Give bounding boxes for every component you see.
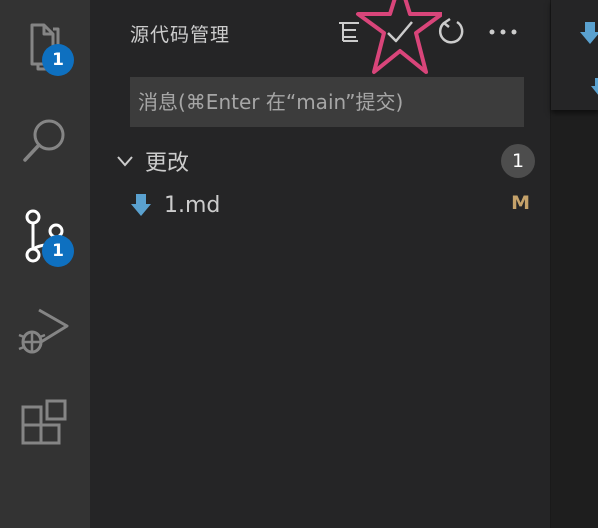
file-name: 1.md — [164, 192, 221, 218]
run-debug-icon — [18, 308, 69, 354]
highlight-star-icon — [356, 0, 442, 74]
search-icon — [23, 119, 65, 162]
extensions-button[interactable] — [0, 380, 90, 470]
panel-title: 源代码管理 — [130, 24, 231, 46]
extensions-icon — [21, 399, 67, 445]
file-status-badge: M — [511, 192, 530, 214]
explorer-badge: 1 — [42, 44, 74, 76]
editor-tab-header — [551, 0, 598, 110]
ellipsis-icon — [489, 29, 517, 35]
explorer-button[interactable]: 1 — [0, 0, 90, 90]
editor-area — [550, 0, 598, 528]
markdown-tab-icon[interactable] — [579, 20, 598, 46]
search-button[interactable] — [0, 95, 90, 185]
activity-bar: 1 1 — [0, 0, 90, 528]
breadcrumb-file-icon[interactable] — [591, 76, 598, 98]
source-control-button[interactable]: 1 — [0, 190, 90, 280]
chevron-down-icon — [117, 156, 133, 167]
changed-file-item[interactable]: 1.md M — [130, 188, 530, 222]
source-control-panel: 源代码管理 更改 1 — [90, 0, 550, 528]
more-actions-button[interactable] — [485, 14, 521, 50]
changes-group-label: 更改 — [145, 151, 190, 176]
source-control-badge: 1 — [42, 235, 74, 267]
commit-message-input[interactable] — [130, 77, 524, 127]
markdown-file-icon — [131, 194, 151, 216]
run-debug-button[interactable] — [0, 285, 90, 375]
changes-group-header[interactable]: 更改 1 — [115, 142, 535, 180]
changes-count-badge: 1 — [501, 144, 535, 178]
